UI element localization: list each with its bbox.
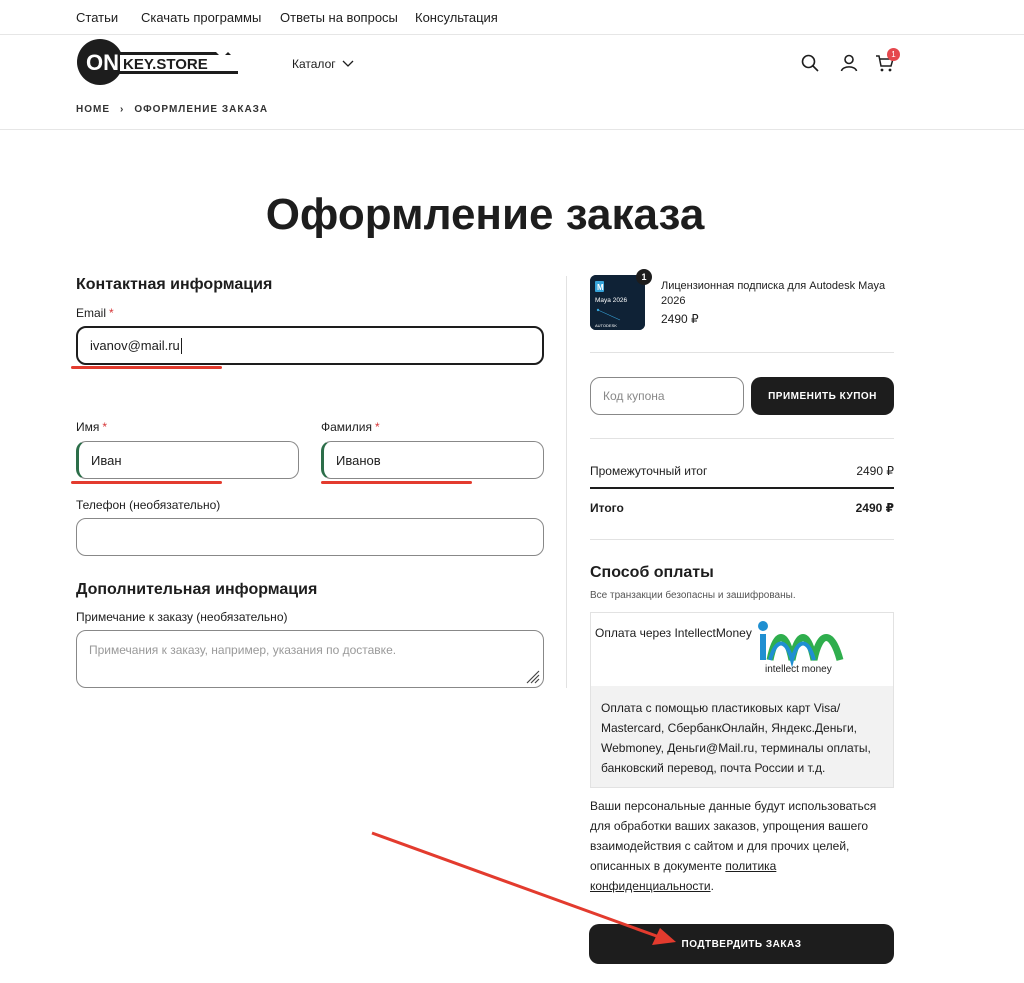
payment-method-label[interactable]: Оплата через IntellectMoney [595, 626, 752, 640]
subtotal-row: Промежуточный итог 2490 ₽ [590, 464, 894, 478]
breadcrumb-home[interactable]: HOME [76, 104, 110, 115]
logo-text: KEY.STORE [123, 56, 208, 73]
resize-handle-icon[interactable] [524, 668, 540, 684]
confirm-order-button[interactable]: ПОДТВЕРДИТЬ ЗАКАЗ [589, 924, 894, 964]
annotation-underline-last-name [321, 481, 472, 484]
subtotal-label: Промежуточный итог [590, 464, 708, 478]
last-name-field[interactable]: Иванов [321, 441, 544, 479]
payment-section-title: Способ оплаты [590, 564, 714, 581]
order-note-textarea[interactable]: Примечания к заказу, например, указания … [76, 630, 544, 688]
order-note-label: Примечание к заказу (необязательно) [76, 610, 288, 624]
key-logo-icon: ON KEY.STORE [77, 39, 238, 85]
subtotal-value: 2490 ₽ [856, 464, 894, 478]
payment-description: Оплата с помощью пластиковых карт Visa/ … [601, 701, 871, 775]
email-field[interactable]: ivanov@mail.ru [76, 326, 544, 365]
payment-security-note: Все транзакции безопасны и зашифрованы. [590, 590, 796, 601]
logo-on-text: ON [86, 50, 119, 75]
header-divider [0, 129, 1024, 130]
product-thumbnail: M Maya 2026 AUTODESK [590, 275, 645, 330]
summary-divider [590, 352, 894, 353]
product-quantity-badge: 1 [636, 269, 652, 285]
apply-coupon-button[interactable]: ПРИМЕНИТЬ КУПОН [751, 377, 894, 415]
product-name: Лицензионная подписка для Autodesk Maya … [661, 280, 886, 307]
nav-link-downloads[interactable]: Скачать программы [141, 10, 261, 25]
intellectmoney-logo-text: intellect money [765, 664, 832, 675]
annotation-underline-first-name [71, 481, 222, 484]
cart-count-badge: 1 [887, 48, 900, 61]
account-icon[interactable] [839, 53, 859, 73]
catalog-label: Каталог [292, 57, 336, 71]
breadcrumb-current: ОФОРМЛЕНИЕ ЗАКАЗА [134, 104, 269, 115]
email-value: ivanov@mail.ru [90, 338, 180, 353]
total-label: Итого [590, 501, 624, 515]
annotation-underline-email [71, 366, 222, 369]
last-name-label: Фамилия * [321, 420, 380, 434]
first-name-field[interactable]: Иван [76, 441, 299, 479]
privacy-notice: Ваши персональные данные будут использов… [590, 799, 877, 893]
total-value: 2490 ₽ [855, 501, 894, 515]
breadcrumb-separator: › [120, 104, 125, 115]
last-name-value: Иванов [336, 452, 381, 468]
catalog-menu[interactable]: Каталог [292, 57, 354, 71]
breadcrumb: HOME › ОФОРМЛЕНИЕ ЗАКАЗА [76, 104, 268, 115]
top-navigation: Статьи Скачать программы Ответы на вопро… [0, 0, 1024, 35]
thumb-brand: AUTODESK [595, 323, 617, 328]
thumb-title: Maya 2026 [595, 297, 628, 304]
product-price: 2490 ₽ [661, 312, 699, 326]
coupon-placeholder: Код купона [603, 389, 665, 403]
chevron-down-icon [342, 60, 354, 67]
nav-link-articles[interactable]: Статьи [76, 10, 118, 25]
nav-link-consultation[interactable]: Консультация [415, 10, 498, 25]
contact-section-title: Контактная информация [76, 276, 273, 293]
search-icon[interactable] [800, 53, 820, 73]
summary-divider [590, 438, 894, 439]
order-note-placeholder: Примечания к заказу, например, указания … [89, 643, 397, 657]
summary-divider [590, 539, 894, 540]
total-row: Итого 2490 ₽ [590, 501, 894, 515]
svg-text:M: M [597, 283, 604, 292]
page-title: Оформление заказа [265, 190, 705, 239]
phone-field[interactable] [76, 518, 544, 556]
nav-link-faq[interactable]: Ответы на вопросы [280, 10, 398, 25]
summary-total-divider [590, 487, 894, 489]
first-name-value: Иван [91, 452, 122, 468]
first-name-label: Имя * [76, 420, 108, 434]
phone-label: Телефон (необязательно) [76, 498, 221, 512]
email-label: Email * [76, 306, 114, 320]
additional-section-title: Дополнительная информация [76, 581, 318, 598]
site-logo[interactable]: ON KEY.STORE [76, 38, 242, 90]
coupon-input[interactable]: Код купона [590, 377, 744, 415]
column-divider [566, 276, 567, 688]
